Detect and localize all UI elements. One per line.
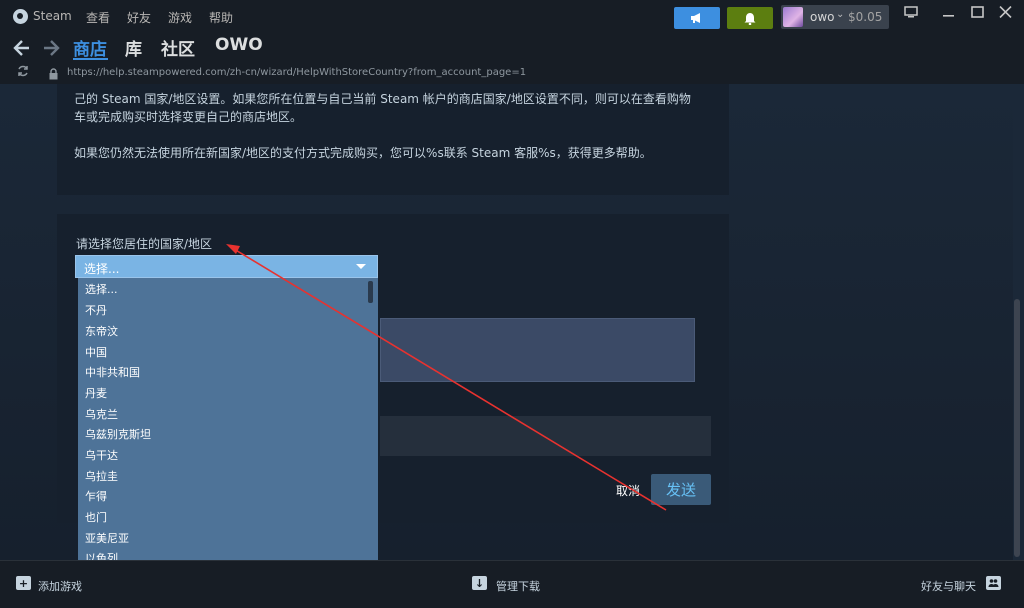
country-select[interactable]: 选择... bbox=[75, 255, 378, 278]
friends-chat-button[interactable]: 好友与聊天 bbox=[921, 578, 976, 594]
dropdown-option[interactable]: 亚美尼亚 bbox=[85, 530, 129, 546]
dropdown-option[interactable]: 乌干达 bbox=[85, 447, 118, 463]
menu-friends[interactable]: 好友 bbox=[127, 9, 151, 26]
reload-icon[interactable] bbox=[16, 64, 30, 82]
tab-profile[interactable]: OWO bbox=[215, 35, 263, 55]
dropdown-option[interactable]: 不丹 bbox=[85, 302, 107, 318]
dropdown-option[interactable]: 中国 bbox=[85, 344, 107, 360]
bottom-bar: + 添加游戏 ↓ 管理下载 好友与聊天 bbox=[0, 560, 1024, 608]
notifications-button[interactable] bbox=[727, 7, 773, 29]
download-icon: ↓ bbox=[472, 576, 487, 590]
dropdown-caret-icon bbox=[356, 264, 366, 269]
account-menu[interactable]: owo ⌄ $0.05 bbox=[781, 5, 889, 29]
cancel-button[interactable]: 取消 bbox=[616, 482, 640, 499]
dropdown-option[interactable]: 也门 bbox=[85, 509, 107, 525]
dropdown-option[interactable]: 乌兹别克斯坦 bbox=[85, 426, 151, 442]
dropdown-option[interactable]: 中非共和国 bbox=[85, 364, 140, 380]
dropdown-option[interactable]: 丹麦 bbox=[85, 385, 107, 401]
select-current-value: 选择... bbox=[84, 262, 120, 276]
send-button[interactable]: 发送 bbox=[651, 474, 711, 505]
help-text-line-2: 车或完成购买时选择变更自己的商店地区。 bbox=[74, 110, 303, 124]
menu-games[interactable]: 游戏 bbox=[168, 9, 192, 26]
big-picture-icon[interactable] bbox=[904, 6, 918, 22]
back-arrow-icon[interactable] bbox=[13, 34, 31, 68]
dropdown-option[interactable]: 以色列 bbox=[85, 550, 118, 560]
tab-community[interactable]: 社区 bbox=[161, 35, 195, 60]
page-scrollbar-thumb[interactable] bbox=[1014, 299, 1020, 557]
add-game-button[interactable]: 添加游戏 bbox=[38, 578, 82, 594]
minimize-icon[interactable] bbox=[942, 6, 955, 22]
menu-help[interactable]: 帮助 bbox=[209, 9, 233, 26]
message-textarea[interactable] bbox=[380, 318, 695, 382]
manage-downloads-button[interactable]: 管理下载 bbox=[496, 578, 540, 594]
country-dropdown-list[interactable]: 选择... 不丹 东帝汶 中国 中非共和国 丹麦 乌克兰 乌兹别克斯坦 乌干达 … bbox=[78, 278, 378, 560]
help-text-line-3: 如果您仍然无法使用所在新国家/地区的支付方式完成购买，您可以%s联系 Steam… bbox=[74, 146, 652, 160]
dropdown-option[interactable]: 乌克兰 bbox=[85, 406, 118, 422]
menu-steam[interactable]: Steam bbox=[33, 9, 72, 23]
country-select-label: 请选择您居住的国家/地区 bbox=[76, 237, 213, 251]
help-text-line-1: 己的 Steam 国家/地区设置。如果您所在位置与自己当前 Steam 帐户的商… bbox=[74, 92, 691, 106]
active-tab-indicator bbox=[73, 58, 108, 60]
url-text[interactable]: https://help.steampowered.com/zh-cn/wiza… bbox=[67, 67, 526, 78]
account-name: owo bbox=[810, 10, 835, 24]
tab-store[interactable]: 商店 bbox=[73, 35, 107, 60]
dropdown-option[interactable]: 乌拉圭 bbox=[85, 468, 118, 484]
dropdown-option[interactable]: 乍得 bbox=[85, 488, 107, 504]
maximize-icon[interactable] bbox=[971, 6, 984, 22]
steam-logo-icon bbox=[13, 9, 28, 24]
announcements-button[interactable] bbox=[674, 7, 720, 29]
tab-library[interactable]: 库 bbox=[125, 35, 142, 60]
chevron-down-icon: ⌄ bbox=[836, 9, 845, 20]
dropdown-scrollbar[interactable] bbox=[368, 281, 373, 303]
wallet-balance: $0.05 bbox=[848, 10, 883, 24]
add-icon: + bbox=[16, 576, 31, 590]
navigation-bar: 商店 库 社区 OWO bbox=[0, 34, 1024, 64]
megaphone-icon bbox=[691, 13, 700, 23]
help-text-panel: 己的 Steam 国家/地区设置。如果您所在位置与自己当前 Steam 帐户的商… bbox=[57, 84, 729, 195]
lock-icon bbox=[49, 65, 58, 80]
avatar bbox=[783, 7, 803, 27]
friends-icon bbox=[986, 576, 1001, 590]
menu-view[interactable]: 查看 bbox=[86, 9, 110, 26]
title-bar: Steam 查看 好友 游戏 帮助 owo ⌄ $0.05 bbox=[0, 0, 1024, 34]
close-icon[interactable] bbox=[999, 5, 1012, 22]
text-input[interactable] bbox=[380, 416, 711, 456]
dropdown-option[interactable]: 选择... bbox=[85, 281, 118, 297]
forward-arrow-icon[interactable] bbox=[42, 34, 60, 68]
dropdown-option[interactable]: 东帝汶 bbox=[85, 323, 118, 339]
url-bar: https://help.steampowered.com/zh-cn/wiza… bbox=[0, 64, 1024, 84]
bell-icon bbox=[744, 12, 756, 25]
